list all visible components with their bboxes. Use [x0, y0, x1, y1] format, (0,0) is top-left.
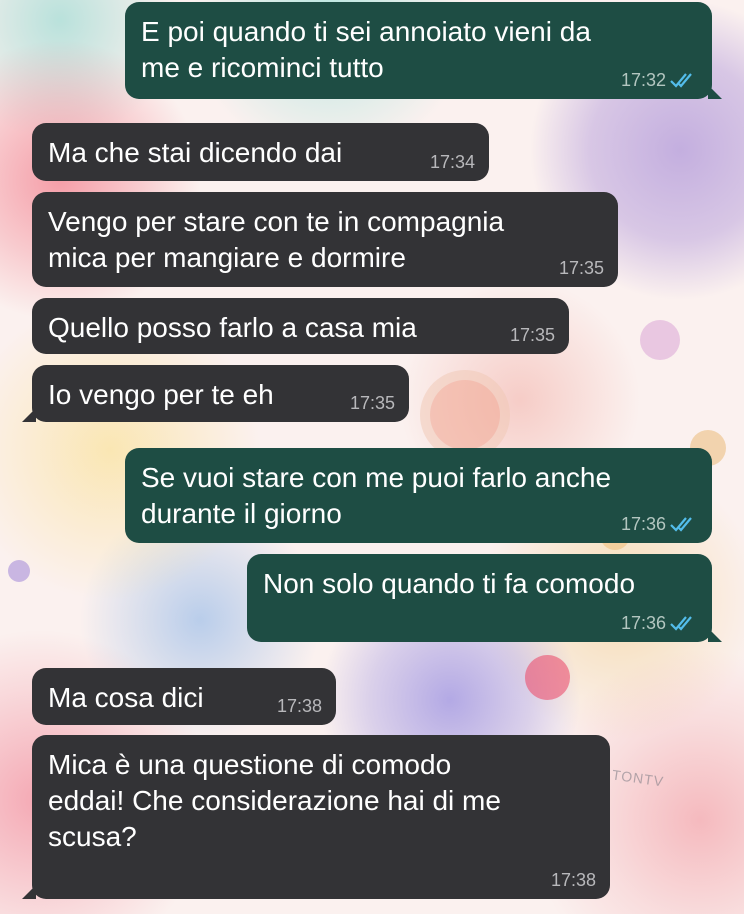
message-meta: 17:38 — [277, 696, 322, 716]
message-bubble-incoming[interactable]: Io vengo per te eh 17:35 — [22, 365, 409, 422]
bubble-tail — [22, 885, 36, 899]
message-time: 17:32 — [620, 70, 666, 90]
message-text: Quello posso farlo a casa mia — [48, 312, 417, 343]
message-time: 17:38 — [550, 870, 596, 890]
message-text: Ma che stai dicendo dai — [48, 137, 343, 168]
wallpaper-circle — [525, 655, 570, 700]
message-time: 17:38 — [276, 696, 322, 716]
wallpaper-circle — [430, 380, 500, 450]
read-receipt-icon — [670, 517, 692, 532]
message-bubble-incoming[interactable]: Mica è una questione di comodo eddai! Ch… — [22, 735, 610, 899]
message-bubble-outgoing[interactable]: E poi quando ti sei annoiato vieni da me… — [125, 2, 722, 99]
bubble-tail — [22, 408, 36, 422]
message-meta: 17:35 — [510, 325, 555, 345]
message-bubble-incoming[interactable]: Ma cosa dici 17:38 — [32, 668, 336, 725]
read-receipt-icon — [670, 73, 692, 88]
message-text: Vengo per stare con te in compagnia mica… — [48, 206, 505, 273]
wallpaper-circle — [640, 320, 680, 360]
message-time: 17:35 — [509, 325, 555, 345]
message-meta: 17:32 — [621, 70, 698, 90]
read-receipt-icon — [670, 616, 692, 631]
message-text: Mica è una questione di comodo eddai! Ch… — [48, 749, 501, 852]
message-meta: 17:36 — [621, 514, 698, 534]
message-time: 17:34 — [429, 152, 475, 172]
message-text: Io vengo per te eh — [48, 379, 274, 410]
message-bubble-outgoing[interactable]: Non solo quando ti fa comodo 17:36 — [247, 554, 722, 642]
message-time: 17:36 — [620, 613, 666, 633]
message-meta: 17:36 — [621, 613, 698, 633]
message-meta: 17:35 — [559, 258, 604, 278]
message-bubble-incoming[interactable]: Ma che stai dicendo dai 17:34 — [32, 123, 489, 181]
message-meta: 17:35 — [350, 393, 395, 413]
message-bubble-outgoing[interactable]: Se vuoi stare con me puoi farlo anche du… — [125, 448, 712, 543]
message-text: Non solo quando ti fa comodo — [263, 568, 636, 599]
message-meta: 17:34 — [430, 152, 475, 172]
bubble-tail — [708, 85, 722, 99]
message-meta: 17:38 — [551, 870, 596, 890]
message-time: 17:35 — [558, 258, 604, 278]
message-text: Se vuoi stare con me puoi farlo anche du… — [141, 462, 612, 529]
message-bubble-incoming[interactable]: Vengo per stare con te in compagnia mica… — [32, 192, 618, 287]
message-bubble-incoming[interactable]: Quello posso farlo a casa mia 17:35 — [32, 298, 569, 354]
message-text: Ma cosa dici — [48, 682, 204, 713]
message-time: 17:35 — [349, 393, 395, 413]
bubble-tail — [708, 628, 722, 642]
message-time: 17:36 — [620, 514, 666, 534]
wallpaper-circle — [8, 560, 30, 582]
message-text: E poi quando ti sei annoiato vieni da me… — [141, 16, 591, 83]
